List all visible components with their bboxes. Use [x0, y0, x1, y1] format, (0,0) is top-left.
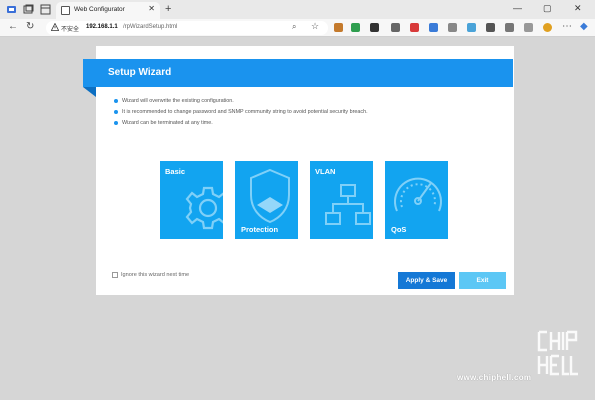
- extension-4-icon[interactable]: [391, 23, 400, 32]
- url-host: 192.168.1.1: [86, 24, 118, 30]
- wizard-notes: Wizard will overwrite the existing confi…: [114, 98, 368, 131]
- chiphell-logo-icon: [537, 330, 578, 376]
- address-bar[interactable]: 不安全 192.168.1.1 /rpWizardSetup.html ⌕ ☆: [46, 21, 328, 35]
- browser-tab-bar: Web Configurator ✕ + — ▢ ✕: [0, 0, 595, 19]
- browser-toolbar: ← ↻ 不安全 192.168.1.1 /rpWizardSetup.html …: [0, 19, 595, 37]
- watermark-url: www.chiphell.com: [457, 373, 532, 382]
- ignore-wizard-checkbox[interactable]: [112, 272, 118, 278]
- workspaces-icon[interactable]: [23, 4, 34, 15]
- copilot-icon[interactable]: ◆: [580, 21, 588, 32]
- tile-qos[interactable]: QoS: [385, 161, 448, 239]
- extension-12-icon[interactable]: [543, 23, 552, 32]
- ignore-wizard-label: Ignore this wizard next time: [121, 272, 190, 278]
- extension-9-icon[interactable]: [486, 23, 495, 32]
- note-item: Wizard can be terminated at any time.: [114, 120, 368, 131]
- tab-close-icon[interactable]: ✕: [148, 4, 155, 13]
- tile-vlan[interactable]: VLAN: [310, 161, 373, 239]
- extension-5-icon[interactable]: [410, 23, 419, 32]
- tile-protection[interactable]: Protection: [235, 161, 298, 239]
- url-path: /rpWizardSetup.html: [123, 24, 178, 30]
- extension-10-icon[interactable]: [505, 23, 514, 32]
- page-title: Setup Wizard: [108, 67, 172, 78]
- note-item: It is recommended to change password and…: [114, 109, 368, 120]
- security-label: 不安全: [61, 27, 80, 33]
- tile-qos-label: QoS: [391, 225, 407, 234]
- shield-icon: [250, 168, 290, 224]
- network-icon: [325, 184, 371, 225]
- extension-2-icon[interactable]: [351, 23, 360, 32]
- speedometer-icon: [394, 177, 442, 212]
- tab-actions-icon[interactable]: [40, 4, 51, 15]
- tab-title: Web Configurator: [74, 6, 125, 13]
- extension-8-icon[interactable]: [467, 23, 476, 32]
- extension-11-icon[interactable]: [524, 23, 533, 32]
- banner-fold: [83, 87, 96, 97]
- tile-basic-label: Basic: [165, 167, 186, 176]
- extension-1-icon[interactable]: [334, 23, 343, 32]
- minimize-button[interactable]: —: [513, 3, 522, 13]
- refresh-icon[interactable]: ↻: [26, 21, 34, 32]
- tile-protection-label: Protection: [241, 225, 279, 234]
- wizard-header: Setup Wizard: [83, 59, 513, 87]
- zoom-icon[interactable]: ⌕: [292, 22, 296, 32]
- back-icon[interactable]: ←: [8, 21, 18, 32]
- close-window-button[interactable]: ✕: [574, 3, 582, 14]
- favorite-star-icon[interactable]: ☆: [311, 21, 319, 32]
- bullet-icon: [114, 99, 118, 103]
- gear-icon: [185, 186, 223, 230]
- settings-more-icon[interactable]: ⋯: [562, 21, 572, 32]
- profile-icon[interactable]: [6, 4, 17, 15]
- bullet-icon: [114, 110, 118, 114]
- maximize-button[interactable]: ▢: [543, 3, 552, 14]
- extension-3-icon[interactable]: [370, 23, 379, 32]
- warning-icon: [51, 23, 59, 31]
- exit-button[interactable]: Exit: [459, 272, 506, 289]
- extension-7-icon[interactable]: [448, 23, 457, 32]
- tile-vlan-label: VLAN: [315, 167, 336, 176]
- tile-basic[interactable]: Basic: [160, 161, 223, 239]
- apply-save-button[interactable]: Apply & Save: [398, 272, 455, 289]
- new-tab-button[interactable]: +: [165, 3, 171, 15]
- bullet-icon: [114, 121, 118, 125]
- extension-6-icon[interactable]: [429, 23, 438, 32]
- note-item: Wizard will overwrite the existing confi…: [114, 98, 368, 109]
- page-favicon-icon: [61, 6, 70, 15]
- tab-web-configurator[interactable]: Web Configurator ✕: [56, 2, 160, 19]
